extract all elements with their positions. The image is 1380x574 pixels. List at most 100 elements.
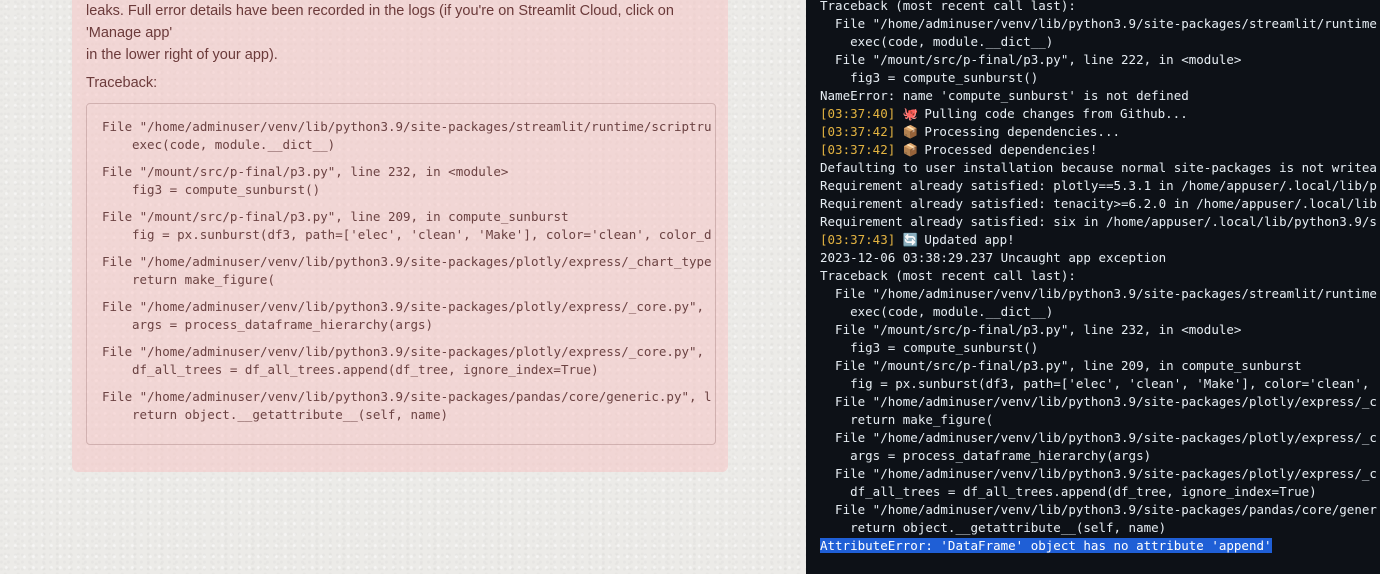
log-text: Pulling code changes from Github... bbox=[916, 106, 1188, 121]
log-line: df_all_trees = df_all_trees.append(df_tr… bbox=[820, 483, 1380, 501]
log-text: Requirement already satisfied: plotly==5… bbox=[820, 178, 1377, 193]
log-line: [03:37:43] 🔄 Updated app! bbox=[820, 231, 1380, 249]
package-icon: 📦 bbox=[902, 124, 919, 139]
log-text: File "/home/adminuser/venv/lib/python3.9… bbox=[820, 286, 1377, 301]
traceback-frame: File "/home/adminuser/venv/lib/python3.9… bbox=[102, 118, 715, 154]
log-line: exec(code, module.__dict__) bbox=[820, 33, 1380, 51]
log-line: exec(code, module.__dict__) bbox=[820, 303, 1380, 321]
log-line: File "/home/adminuser/venv/lib/python3.9… bbox=[820, 465, 1380, 483]
traceback-frame: File "/mount/src/p-final/p3.py", line 20… bbox=[102, 208, 715, 244]
traceback-frame: File "/mount/src/p-final/p3.py", line 23… bbox=[102, 163, 715, 199]
frame-code-line: args = process_dataframe_hierarchy(args) bbox=[132, 317, 434, 332]
frame-file-line: File "/home/adminuser/venv/lib/python3.9… bbox=[102, 344, 705, 359]
log-line: File "/home/adminuser/venv/lib/python3.9… bbox=[820, 285, 1380, 303]
log-line: Defaulting to user installation because … bbox=[820, 159, 1380, 177]
package-icon: 📦 bbox=[902, 142, 919, 157]
traceback-frame: File "/home/adminuser/venv/lib/python3.9… bbox=[102, 388, 715, 424]
log-text: File "/home/adminuser/venv/lib/python3.9… bbox=[820, 394, 1377, 409]
log-line: File "/home/adminuser/venv/lib/python3.9… bbox=[820, 501, 1380, 519]
log-line: args = process_dataframe_hierarchy(args) bbox=[820, 447, 1380, 465]
traceback-code-block[interactable]: File "/home/adminuser/venv/lib/python3.9… bbox=[86, 103, 716, 445]
log-text: File "/home/adminuser/venv/lib/python3.9… bbox=[820, 430, 1377, 445]
log-timestamp: [03:37:43] bbox=[820, 232, 896, 247]
log-line: return make_figure( bbox=[820, 411, 1380, 429]
frame-code-line: fig = px.sunburst(df3, path=['elec', 'cl… bbox=[132, 227, 712, 242]
log-terminal[interactable]: Traceback (most recent call last): File … bbox=[806, 0, 1380, 574]
traceback-frame: File "/home/adminuser/venv/lib/python3.9… bbox=[102, 343, 715, 379]
log-line: Requirement already satisfied: tenacity>… bbox=[820, 195, 1380, 213]
log-text: File "/mount/src/p-final/p3.py", line 20… bbox=[820, 358, 1302, 373]
log-line: fig3 = compute_sunburst() bbox=[820, 69, 1380, 87]
frame-file-line: File "/mount/src/p-final/p3.py", line 20… bbox=[102, 209, 569, 224]
log-line: [03:37:42] 📦 Processed dependencies! bbox=[820, 141, 1380, 159]
traceback-label: Traceback: bbox=[86, 75, 158, 91]
log-timestamp: [03:37:40] bbox=[820, 106, 896, 121]
log-text: 2023-12-06 03:38:29.237 Uncaught app exc… bbox=[820, 250, 1167, 265]
log-line: Traceback (most recent call last): bbox=[820, 267, 1380, 285]
traceback-frame: File "/home/adminuser/venv/lib/python3.9… bbox=[102, 298, 715, 334]
log-text: return object.__getattribute__(self, nam… bbox=[820, 520, 1167, 535]
log-line: NameError: name 'compute_sunburst' is no… bbox=[820, 87, 1380, 105]
log-text: Requirement already satisfied: six in /h… bbox=[820, 214, 1377, 229]
log-text: Processing dependencies... bbox=[916, 124, 1120, 139]
terminal-lines: Traceback (most recent call last): File … bbox=[820, 0, 1380, 555]
error-message: leaks. Full error details have been reco… bbox=[86, 0, 714, 66]
log-text: fig3 = compute_sunburst() bbox=[820, 70, 1039, 85]
log-line: Traceback (most recent call last): bbox=[820, 0, 1380, 15]
log-line: File "/mount/src/p-final/p3.py", line 20… bbox=[820, 357, 1380, 375]
frame-code-line: df_all_trees = df_all_trees.append(df_tr… bbox=[132, 362, 599, 377]
log-text: df_all_trees = df_all_trees.append(df_tr… bbox=[820, 484, 1317, 499]
log-text: args = process_dataframe_hierarchy(args) bbox=[820, 448, 1152, 463]
log-text: File "/home/adminuser/venv/lib/python3.9… bbox=[820, 466, 1377, 481]
log-text: Requirement already satisfied: tenacity>… bbox=[820, 196, 1377, 211]
traceback-frame: File "/home/adminuser/venv/lib/python3.9… bbox=[102, 253, 715, 289]
log-line: Requirement already satisfied: six in /h… bbox=[820, 213, 1380, 231]
log-text: return make_figure( bbox=[820, 412, 994, 427]
log-text: File "/mount/src/p-final/p3.py", line 23… bbox=[820, 322, 1242, 337]
log-line: File "/mount/src/p-final/p3.py", line 23… bbox=[820, 321, 1380, 339]
log-text: Defaulting to user installation because … bbox=[820, 160, 1377, 175]
error-message-line: in the lower right of your app). bbox=[86, 47, 278, 63]
log-text: File "/home/adminuser/venv/lib/python3.9… bbox=[820, 16, 1377, 31]
log-text: Updated app! bbox=[916, 232, 1015, 247]
frame-file-line: File "/home/adminuser/venv/lib/python3.9… bbox=[102, 119, 712, 134]
frame-file-line: File "/home/adminuser/venv/lib/python3.9… bbox=[102, 254, 712, 269]
exception-panel: leaks. Full error details have been reco… bbox=[72, 0, 728, 472]
log-line: Requirement already satisfied: plotly==5… bbox=[820, 177, 1380, 195]
log-text: Traceback (most recent call last): bbox=[820, 0, 1076, 13]
frame-file-line: File "/mount/src/p-final/p3.py", line 23… bbox=[102, 164, 509, 179]
log-line: [03:37:42] 📦 Processing dependencies... bbox=[820, 123, 1380, 141]
log-line: 2023-12-06 03:38:29.237 Uncaught app exc… bbox=[820, 249, 1380, 267]
refresh-icon: 🔄 bbox=[902, 232, 919, 247]
log-text: AttributeError: 'DataFrame' object has n… bbox=[820, 538, 1272, 553]
log-text: exec(code, module.__dict__) bbox=[820, 34, 1054, 49]
log-line: File "/mount/src/p-final/p3.py", line 22… bbox=[820, 51, 1380, 69]
app-background: leaks. Full error details have been reco… bbox=[0, 0, 806, 574]
log-text: fig3 = compute_sunburst() bbox=[820, 340, 1039, 355]
log-line: return object.__getattribute__(self, nam… bbox=[820, 519, 1380, 537]
frame-code-line: fig3 = compute_sunburst() bbox=[132, 182, 321, 197]
log-line: File "/home/adminuser/venv/lib/python3.9… bbox=[820, 429, 1380, 447]
selected-log-line: AttributeError: 'DataFrame' object has n… bbox=[820, 537, 1380, 555]
log-text: exec(code, module.__dict__) bbox=[820, 304, 1054, 319]
frame-file-line: File "/home/adminuser/venv/lib/python3.9… bbox=[102, 299, 705, 314]
log-line: File "/home/adminuser/venv/lib/python3.9… bbox=[820, 15, 1380, 33]
log-line: File "/home/adminuser/venv/lib/python3.9… bbox=[820, 393, 1380, 411]
frame-code-line: return make_figure( bbox=[132, 272, 275, 287]
log-text: File "/mount/src/p-final/p3.py", line 22… bbox=[820, 52, 1242, 67]
log-text: Traceback (most recent call last): bbox=[820, 268, 1076, 283]
frame-code-line: exec(code, module.__dict__) bbox=[132, 137, 336, 152]
traceback-frames: File "/home/adminuser/venv/lib/python3.9… bbox=[102, 118, 715, 433]
log-timestamp: [03:37:42] bbox=[820, 124, 896, 139]
log-timestamp: [03:37:42] bbox=[820, 142, 896, 157]
log-text: NameError: name 'compute_sunburst' is no… bbox=[820, 88, 1189, 103]
log-line: fig = px.sunburst(df3, path=['elec', 'cl… bbox=[820, 375, 1380, 393]
log-line: [03:37:40] 🐙 Pulling code changes from G… bbox=[820, 105, 1380, 123]
frame-code-line: return object.__getattribute__(self, nam… bbox=[132, 407, 449, 422]
octocat-icon: 🐙 bbox=[902, 106, 919, 121]
log-line: fig3 = compute_sunburst() bbox=[820, 339, 1380, 357]
frame-file-line: File "/home/adminuser/venv/lib/python3.9… bbox=[102, 389, 712, 404]
log-text: Processed dependencies! bbox=[916, 142, 1098, 157]
log-text: fig = px.sunburst(df3, path=['elec', 'cl… bbox=[820, 376, 1370, 391]
error-message-line: leaks. Full error details have been reco… bbox=[86, 3, 674, 41]
